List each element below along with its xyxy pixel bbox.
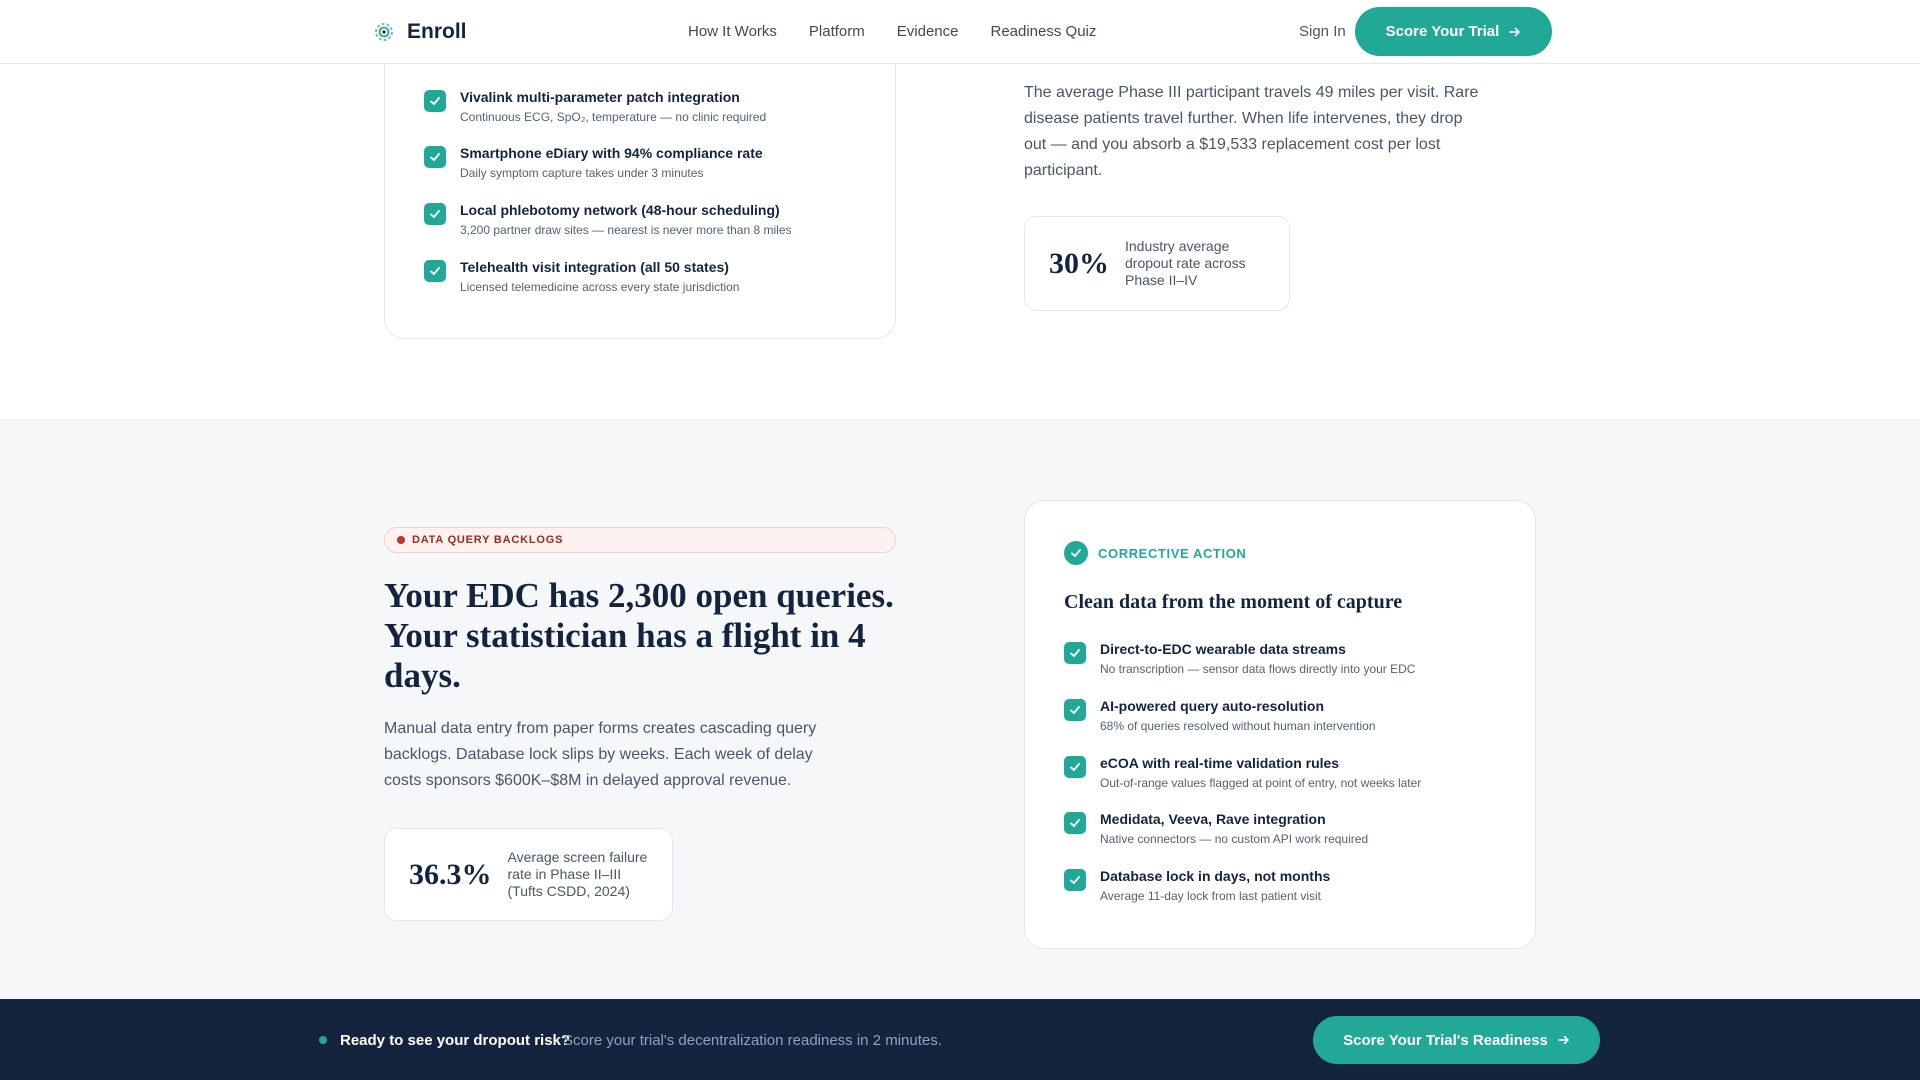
bottom-cta-bar (0, 999, 1920, 1080)
corrective-item-title: AI-powered query auto-resolution (1100, 698, 1325, 714)
stat-description: Industry average dropout rate across Pha… (1125, 238, 1246, 288)
bottom-bar-subtext: Score your trial's decentralization read… (563, 1032, 942, 1049)
check-circle-icon (1064, 541, 1088, 565)
gear-icon (375, 23, 393, 41)
feature-subtitle: Continuous ECG, SpO₂, temperature — no c… (460, 110, 767, 124)
nav-evidence[interactable]: Evidence (897, 23, 959, 40)
check-icon (424, 90, 446, 112)
corrective-item: eCOA with real-time validation rules Out-… (1064, 754, 1421, 792)
status-dot-icon (319, 1036, 327, 1044)
corrective-item: AI-powered query auto-resolution 68% of q… (1064, 697, 1376, 735)
feature-title: Telehealth visit integration (all 50 sta… (460, 259, 729, 275)
score-readiness-label: Score Your Trial's Readiness (1343, 1031, 1548, 1049)
check-icon (1064, 642, 1086, 664)
corrective-item: Medidata, Veeva, Rave integration Native … (1064, 810, 1368, 848)
dropout-paragraph: The average Phase III participant travel… (1024, 84, 1479, 179)
nav-platform[interactable]: Platform (809, 23, 865, 40)
corrective-item-subtitle: Native connectors — no custom API work r… (1100, 832, 1369, 846)
feature-item: Smartphone eDiary with 94% compliance ra… (424, 144, 763, 182)
arrow-right-icon (1509, 27, 1521, 36)
data-query-section (0, 419, 1920, 999)
badge-label: DATA QUERY BACKLOGS (412, 534, 564, 546)
check-icon (1064, 869, 1086, 891)
nav-readiness-quiz[interactable]: Readiness Quiz (990, 23, 1096, 40)
corrective-item: Database lock in days, not months Average… (1064, 867, 1330, 905)
score-readiness-button[interactable]: Score Your Trial's Readiness (1313, 1016, 1600, 1064)
corrective-action-text: CORRECTIVE ACTION (1098, 545, 1247, 561)
section-paragraph: Manual data entry from paper forms creat… (384, 720, 817, 789)
feature-subtitle: Daily symptom capture takes under 3 minu… (460, 166, 704, 180)
feature-subtitle: 3,200 partner draw sites — nearest is ne… (460, 223, 792, 237)
corrective-item: Direct-to-EDC wearable data streams No tr… (1064, 640, 1415, 678)
corrective-item-subtitle: Out-of-range values flagged at point of … (1100, 776, 1422, 790)
nav-how-it-works[interactable]: How It Works (688, 23, 777, 40)
feature-subtitle: Licensed telemedicine across every state… (460, 280, 740, 294)
corrective-item-title: Direct-to-EDC wearable data streams (1100, 641, 1346, 657)
corrective-item-title: eCOA with real-time validation rules (1100, 755, 1340, 771)
corrective-action-label: CORRECTIVE ACTION (1064, 541, 1246, 565)
corrective-item-title: Medidata, Veeva, Rave integration (1100, 811, 1326, 827)
feature-item: Local phlebotomy network (48-hour schedu… (424, 201, 792, 239)
corrective-item-subtitle: 68% of queries resolved without human in… (1100, 719, 1376, 733)
main-nav: How It Works Platform Evidence Readiness… (688, 23, 1096, 40)
check-icon (1064, 756, 1086, 778)
brand-name: Enroll (407, 20, 467, 43)
screen-failure-stat-card: 36.3% Average screen failure rate in Pha… (384, 828, 673, 921)
check-icon (1064, 812, 1086, 834)
arrow-right-icon (1558, 1035, 1569, 1045)
stat-value: 30% (1049, 246, 1109, 280)
dropout-stat-card: 30% Industry average dropout rate across… (1024, 216, 1290, 311)
corrective-action-title: Clean data from the moment of capture (1064, 591, 1403, 613)
stat-value: 36.3% (409, 857, 492, 891)
score-trial-button[interactable]: Score Your Trial (1355, 7, 1552, 56)
site-header: Enroll How It Works Platform Evidence Re… (0, 0, 1920, 64)
section-heading: Your EDC has 2,300 open queries. Your st… (384, 576, 894, 695)
feature-title: Smartphone eDiary with 94% compliance ra… (460, 145, 763, 161)
feature-title: Vivalink multi-parameter patch integrati… (460, 89, 740, 105)
score-trial-label: Score Your Trial (1385, 23, 1500, 40)
feature-item: Telehealth visit integration (all 50 sta… (424, 258, 739, 296)
check-icon (424, 203, 446, 225)
brand-logo[interactable]: Enroll (373, 20, 467, 44)
check-icon (424, 260, 446, 282)
stat-description: Average screen failure rate in Phase II–… (507, 849, 648, 899)
sign-in-link[interactable]: Sign In (1299, 23, 1346, 40)
check-icon (1064, 699, 1086, 721)
section-badge: DATA QUERY BACKLOGS (384, 527, 896, 553)
alert-dot-icon (397, 536, 405, 544)
corrective-item-subtitle: No transcription — sensor data flows dir… (1100, 662, 1416, 676)
feature-item: Vivalink multi-parameter patch integrati… (424, 88, 766, 126)
corrective-item-subtitle: Average 11-day lock from last patient vi… (1100, 889, 1321, 903)
check-icon (424, 146, 446, 168)
corrective-item-title: Database lock in days, not months (1100, 868, 1331, 884)
feature-title: Local phlebotomy network (48-hour schedu… (460, 202, 780, 218)
bottom-bar-headline: Ready to see your dropout risk? (340, 1032, 571, 1049)
